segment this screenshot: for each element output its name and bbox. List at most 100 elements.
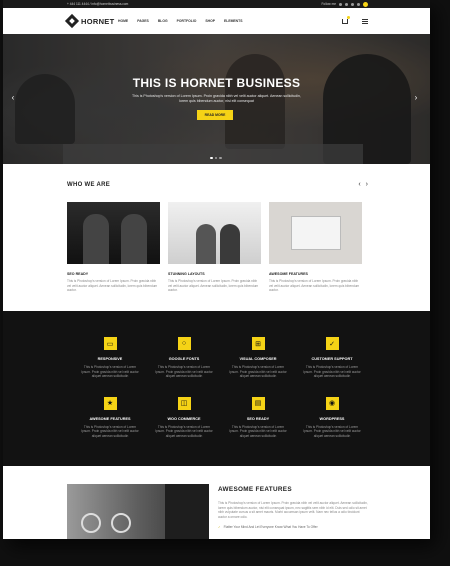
feature-check-text: Flatter Your Mind And Let Everyone Know … bbox=[223, 525, 318, 530]
slider-dot[interactable] bbox=[219, 156, 222, 159]
chevron-right-icon[interactable]: › bbox=[366, 181, 368, 188]
service-title: WOO COMMERCE bbox=[167, 416, 201, 421]
service-text: This is Photoshop's version of Lorem Ips… bbox=[303, 424, 361, 438]
card-text: This is Photoshop's version of Lorem Ips… bbox=[67, 279, 158, 293]
feature-body: AWESOME FEATURES This is Photoshop's ver… bbox=[218, 484, 368, 539]
service-text: This is Photoshop's version of Lorem Ips… bbox=[81, 424, 139, 438]
google-plus-icon[interactable] bbox=[357, 2, 360, 6]
hero-slider: THIS IS HORNET BUSINESS This is Photosho… bbox=[3, 34, 430, 164]
service-item: ✓ CUSTOMER SUPPORT This is Photoshop's v… bbox=[295, 337, 369, 379]
feature-check-item: ✓ Flatter Your Mind And Let Everyone Kno… bbox=[218, 525, 368, 529]
thumbs-up-icon: ✓ bbox=[325, 337, 339, 350]
card-title: SEO READY bbox=[67, 272, 89, 276]
service-title: AWESOME FEATURES bbox=[89, 416, 131, 421]
card-text: This is Photoshop's version of Lorem Ips… bbox=[168, 279, 259, 293]
nav-item-blog[interactable]: BLOG bbox=[158, 19, 168, 23]
star-icon: ★ bbox=[103, 396, 117, 410]
cart-icon[interactable] bbox=[342, 15, 350, 24]
hero-title: THIS IS HORNET BUSINESS bbox=[132, 76, 301, 90]
service-text: This is Photoshop's version of Lorem Ips… bbox=[155, 424, 213, 438]
logo[interactable]: HORNET bbox=[64, 13, 118, 29]
card[interactable]: SEO READY This is Photoshop's version of… bbox=[67, 202, 160, 293]
logo-text: HORNET bbox=[81, 16, 115, 26]
service-text: This is Photoshop's version of Lorem Ips… bbox=[229, 424, 287, 438]
service-item: ▭ RESPONSIVE This is Photoshop's version… bbox=[73, 337, 147, 379]
card-title: STUNNING LAYOUTS bbox=[168, 272, 205, 276]
section-header: WHO WE ARE ‹ › bbox=[67, 181, 368, 188]
service-title: VISUAL COMPOSER bbox=[239, 357, 277, 361]
service-item: ⊞ VISUAL COMPOSER This is Photoshop's ve… bbox=[221, 337, 295, 379]
service-text: This is Photoshop's version of Lorem Ips… bbox=[81, 365, 139, 379]
top-bar: + 444 111 4444 / info@hornetbusiness.com… bbox=[3, 0, 430, 8]
service-item: ◫ WOO COMMERCE This is Photoshop's versi… bbox=[147, 396, 221, 439]
graffiti-wall bbox=[165, 484, 209, 539]
follow-label: Follow me bbox=[321, 2, 336, 6]
check-icon: ✓ bbox=[218, 525, 221, 530]
carousel-controls: ‹ › bbox=[358, 181, 368, 188]
service-item: ★ AWESOME FEATURES This is Photoshop's v… bbox=[73, 396, 147, 439]
social-area: Follow me bbox=[321, 1, 368, 7]
slider-dot-active[interactable] bbox=[210, 156, 213, 159]
service-text: This is Photoshop's version of Lorem Ips… bbox=[229, 365, 287, 379]
table-shape bbox=[291, 216, 341, 250]
bike-wheel bbox=[111, 513, 131, 533]
nav-icons bbox=[342, 15, 368, 24]
slider-dots bbox=[210, 156, 222, 159]
chart-icon: ▤ bbox=[251, 396, 265, 410]
service-title: SEO READY bbox=[246, 416, 270, 421]
bike-wheel bbox=[81, 513, 101, 533]
cart-badge bbox=[347, 15, 350, 19]
who-we-are-section: WHO WE ARE ‹ › SEO READY This is Photosh… bbox=[3, 164, 430, 311]
feature-text: This is Photoshop's version of Lorem Ips… bbox=[218, 501, 368, 519]
cards: SEO READY This is Photoshop's version of… bbox=[67, 202, 368, 293]
card-title: AWESOME FEATURES bbox=[269, 272, 308, 276]
service-title: RESPONSIVE bbox=[97, 357, 123, 361]
read-more-button[interactable]: READ MORE bbox=[197, 110, 233, 120]
pinterest-icon[interactable] bbox=[351, 2, 354, 6]
service-title: WORDPRESS bbox=[319, 416, 345, 421]
service-item: ○ GOOGLE FONTS This is Photoshop's versi… bbox=[147, 337, 221, 379]
nav-item-pages[interactable]: PAGES bbox=[137, 19, 149, 23]
service-text: This is Photoshop's version of Lorem Ips… bbox=[303, 365, 361, 379]
lightbulb-icon: ○ bbox=[177, 337, 191, 350]
user-icon[interactable] bbox=[363, 1, 368, 7]
page: + 444 111 4444 / info@hornetbusiness.com… bbox=[3, 0, 430, 539]
nav-item-elements[interactable]: ELEMENTS bbox=[224, 19, 242, 23]
person-shape bbox=[196, 224, 216, 264]
service-text: This is Photoshop's version of Lorem Ips… bbox=[155, 365, 213, 379]
card-text: This is Photoshop's version of Lorem Ips… bbox=[269, 279, 360, 293]
cart-icon: ◫ bbox=[177, 396, 191, 410]
person-shape bbox=[121, 214, 147, 264]
card[interactable]: STUNNING LAYOUTS This is Photoshop's ver… bbox=[168, 202, 261, 293]
card-image bbox=[168, 202, 261, 264]
services-section: ▭ RESPONSIVE This is Photoshop's version… bbox=[3, 311, 430, 466]
slider-dot[interactable] bbox=[214, 156, 217, 159]
monitor-icon: ▭ bbox=[103, 337, 117, 350]
menu: HOME PAGES BLOG PORTFOLIO SHOP ELEMENTS bbox=[118, 19, 342, 23]
service-title: GOOGLE FONTS bbox=[168, 357, 200, 361]
card-image bbox=[67, 202, 160, 264]
menu-icon[interactable] bbox=[362, 18, 368, 24]
main-nav: HORNET HOME PAGES BLOG PORTFOLIO SHOP EL… bbox=[3, 8, 430, 34]
feature-title: AWESOME FEATURES bbox=[218, 486, 292, 493]
chevron-right-icon[interactable]: › bbox=[412, 93, 420, 103]
facebook-icon[interactable] bbox=[339, 2, 342, 6]
sitemap-icon: ⊞ bbox=[251, 337, 265, 350]
section-title: WHO WE ARE bbox=[67, 181, 111, 188]
nav-item-home[interactable]: HOME bbox=[118, 19, 128, 23]
service-title: CUSTOMER SUPPORT bbox=[311, 357, 353, 361]
card[interactable]: AWESOME FEATURES This is Photoshop's ver… bbox=[269, 202, 362, 293]
contact-info: + 444 111 4444 / info@hornetbusiness.com bbox=[67, 2, 129, 6]
person-shape bbox=[83, 214, 109, 264]
chevron-left-icon[interactable]: ‹ bbox=[9, 93, 17, 103]
nav-item-portfolio[interactable]: PORTFOLIO bbox=[177, 19, 197, 23]
person-shape bbox=[220, 224, 240, 264]
chevron-left-icon[interactable]: ‹ bbox=[358, 181, 360, 188]
twitter-icon[interactable] bbox=[345, 2, 348, 6]
service-item: ◉ WORDPRESS This is Photoshop's version … bbox=[295, 396, 369, 439]
camera-icon: ◉ bbox=[325, 396, 339, 410]
logo-icon bbox=[64, 13, 80, 29]
nav-item-shop[interactable]: SHOP bbox=[205, 19, 215, 23]
hero-subtitle: This is Photoshop's version of Lorem Ips… bbox=[132, 94, 301, 103]
service-item: ▤ SEO READY This is Photoshop's version … bbox=[221, 396, 295, 439]
